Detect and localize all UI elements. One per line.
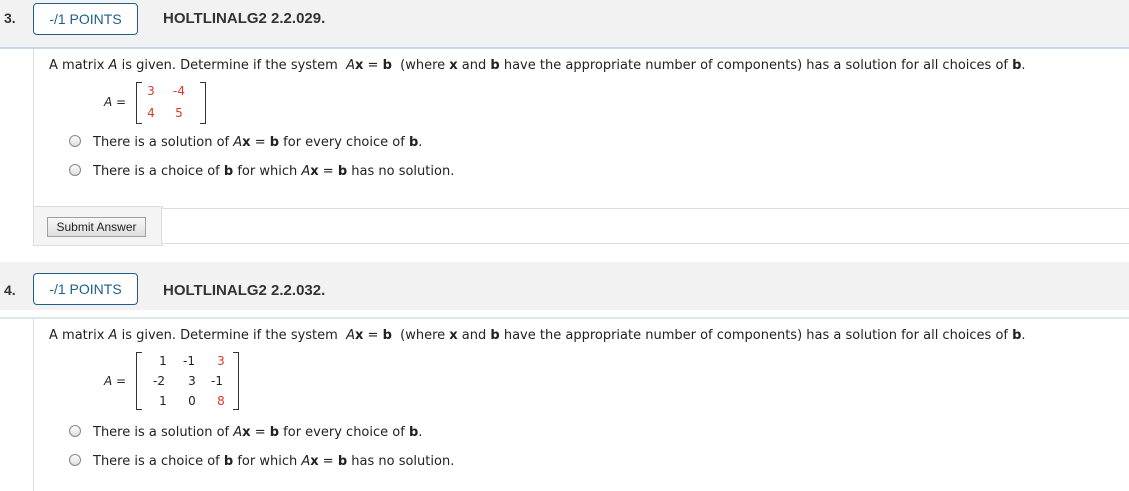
matrix-cell: 4 [147, 106, 155, 120]
matrix-cell: 1 [159, 394, 167, 408]
matrix-a: 1 -1 3 -2 3 -1 1 0 8 [136, 352, 239, 410]
question-4-body: A matrix A is given. Determine if the sy… [33, 319, 1129, 491]
question-number: 4. [4, 282, 16, 298]
matrix-label: A = [104, 374, 127, 388]
question-3-header: 3. -/1 POINTS HOLTLINALG2 2.2.029. [0, 0, 1129, 48]
question-prompt: A matrix A is given. Determine if the sy… [49, 328, 1026, 343]
matrix-cell: 3 [147, 84, 155, 98]
option-radio[interactable] [69, 164, 81, 176]
matrix-cell: 1 [159, 354, 167, 368]
matrix-cell: -2 [153, 374, 165, 388]
question-prompt: A matrix A is given. Determine if the sy… [49, 58, 1026, 73]
points-button[interactable]: -/1 POINTS [33, 3, 138, 35]
matrix-cell: -4 [173, 84, 185, 98]
submit-answer-button[interactable]: Submit Answer [47, 217, 146, 237]
matrix-a: 3 -4 4 5 [136, 82, 206, 124]
feedback-box [161, 208, 1129, 244]
option-radio[interactable] [69, 135, 81, 147]
matrix-cell: 3 [188, 374, 196, 388]
question-4-header: 4. -/1 POINTS HOLTLINALG2 2.2.032. [0, 262, 1129, 310]
matrix-cell: 5 [175, 106, 183, 120]
question-3-body: A matrix A is given. Determine if the sy… [33, 49, 1129, 206]
matrix-cell: -1 [211, 374, 223, 388]
matrix-cell: 0 [188, 394, 196, 408]
matrix-cell: -1 [183, 354, 195, 368]
option-label[interactable]: There is a solution of Ax = b for every … [93, 135, 422, 150]
question-id: HOLTLINALG2 2.2.032. [163, 282, 326, 299]
matrix-cell: 3 [217, 354, 225, 368]
spacer [0, 246, 1129, 262]
option-radio[interactable] [69, 425, 81, 437]
option-radio[interactable] [69, 454, 81, 466]
question-id: HOLTLINALG2 2.2.029. [163, 10, 326, 27]
matrix-label: A = [104, 95, 127, 109]
option-label[interactable]: There is a choice of b for which Ax = b … [93, 454, 454, 469]
points-button[interactable]: -/1 POINTS [33, 273, 138, 305]
option-label[interactable]: There is a solution of Ax = b for every … [93, 425, 422, 440]
question-number: 3. [4, 10, 16, 26]
option-label[interactable]: There is a choice of b for which Ax = b … [93, 164, 454, 179]
matrix-cell: 8 [217, 394, 225, 408]
